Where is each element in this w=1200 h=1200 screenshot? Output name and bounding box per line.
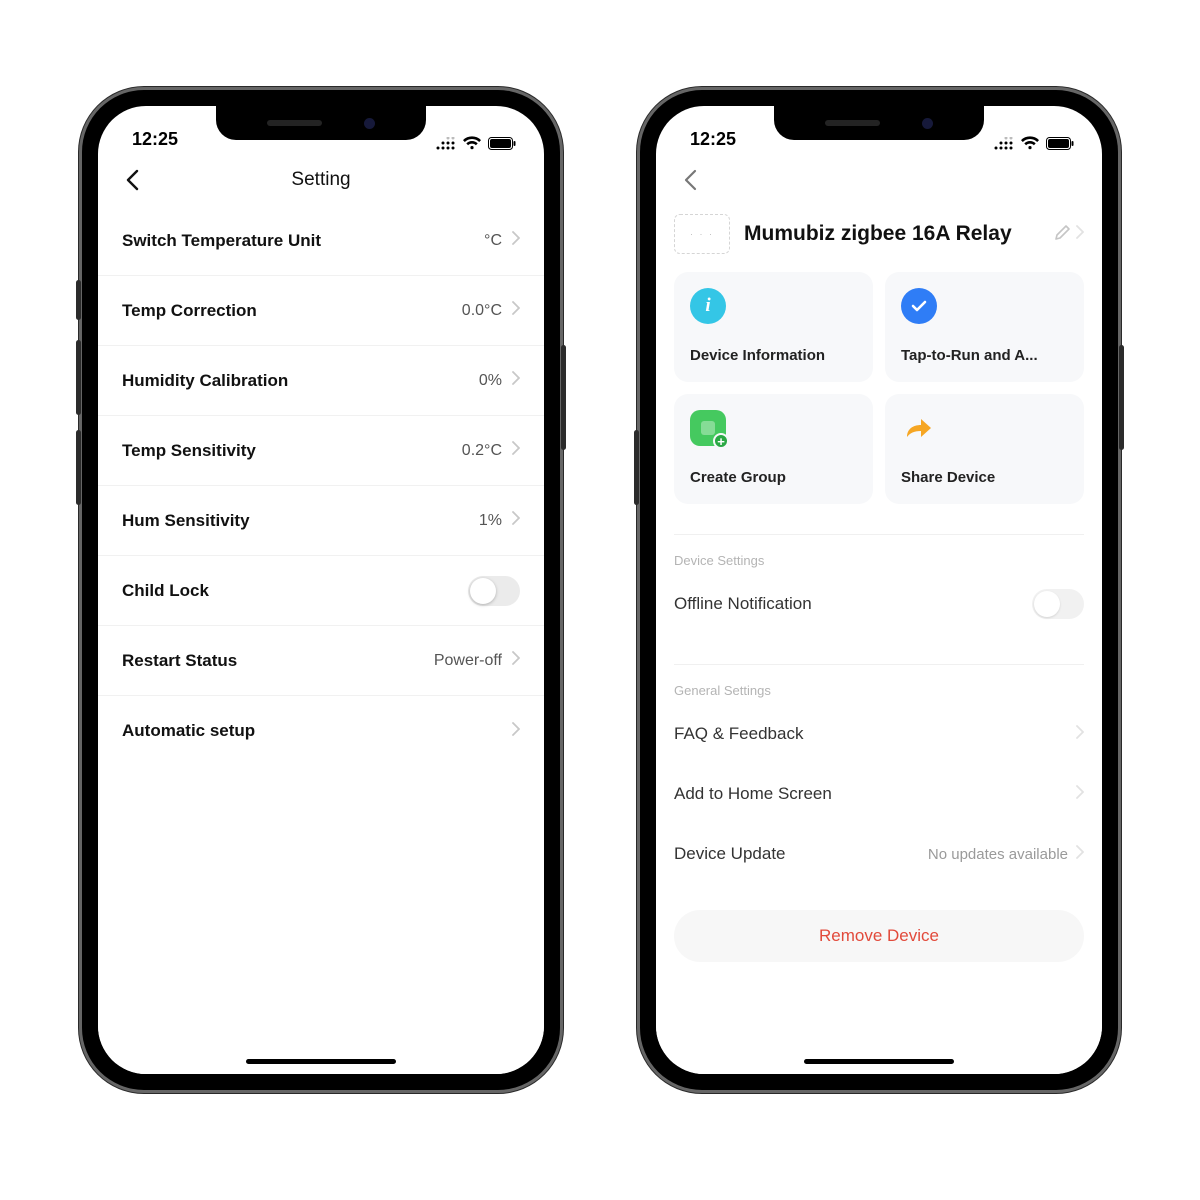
- status-time: 12:25: [690, 129, 736, 150]
- battery-icon: [1046, 137, 1074, 150]
- home-indicator[interactable]: [246, 1059, 396, 1064]
- row-add-home-screen[interactable]: Add to Home Screen: [674, 764, 1084, 824]
- row-label: FAQ & Feedback: [674, 724, 803, 744]
- cellular-icon: [994, 137, 1014, 150]
- device-name: Mumubiz zigbee 16A Relay: [744, 221, 1040, 247]
- row-faq-feedback[interactable]: FAQ & Feedback: [674, 704, 1084, 764]
- notch: [774, 106, 984, 140]
- action-tiles: i Device Information Tap-to-Run and A...…: [674, 272, 1084, 504]
- tile-label: Tap-to-Run and A...: [901, 347, 1068, 364]
- chevron-right-icon: [1076, 725, 1084, 743]
- home-indicator[interactable]: [804, 1059, 954, 1064]
- tile-label: Device Information: [690, 347, 857, 364]
- chevron-right-icon: [1076, 225, 1084, 244]
- chevron-right-icon: [1076, 785, 1084, 803]
- chevron-right-icon: [512, 371, 520, 390]
- chevron-right-icon: [512, 231, 520, 250]
- row-automatic-setup[interactable]: Automatic setup: [98, 696, 544, 766]
- row-label: Temp Sensitivity: [122, 441, 256, 461]
- settings-list: Switch Temperature Unit °C Temp Correcti…: [98, 206, 544, 1074]
- wifi-icon: [462, 136, 482, 150]
- tile-create-group[interactable]: + Create Group: [674, 394, 873, 504]
- share-icon: [901, 410, 937, 446]
- tile-label: Create Group: [690, 469, 857, 486]
- tile-share-device[interactable]: Share Device: [885, 394, 1084, 504]
- row-label: Hum Sensitivity: [122, 511, 250, 531]
- page-title: Setting: [98, 169, 544, 191]
- row-offline-notification: Offline Notification: [674, 574, 1084, 634]
- row-value: No updates available: [928, 846, 1068, 863]
- row-value: 0%: [479, 372, 502, 390]
- row-device-update[interactable]: Device Update No updates available: [674, 824, 1084, 884]
- row-value: 0.0°C: [462, 302, 502, 320]
- row-label: Offline Notification: [674, 594, 812, 614]
- back-button[interactable]: [676, 166, 704, 194]
- row-temp-sensitivity[interactable]: Temp Sensitivity 0.2°C: [98, 416, 544, 486]
- row-label: Humidity Calibration: [122, 371, 288, 391]
- chevron-right-icon: [512, 441, 520, 460]
- row-temp-correction[interactable]: Temp Correction 0.0°C: [98, 276, 544, 346]
- device-settings-section: Device Settings Offline Notification: [674, 534, 1084, 634]
- notch: [216, 106, 426, 140]
- row-label: Automatic setup: [122, 721, 255, 741]
- device-header: · · · Mumubiz zigbee 16A Relay: [674, 206, 1084, 272]
- row-label: Child Lock: [122, 581, 209, 601]
- tile-label: Share Device: [901, 469, 1068, 486]
- general-settings-section: General Settings FAQ & Feedback Add to H…: [674, 664, 1084, 884]
- section-header: General Settings: [674, 683, 1084, 698]
- chevron-right-icon: [512, 722, 520, 741]
- child-lock-toggle[interactable]: [468, 576, 520, 606]
- row-value: Power-off: [434, 652, 502, 670]
- cellular-icon: [436, 137, 456, 150]
- row-label: Add to Home Screen: [674, 784, 832, 804]
- device-thumbnail: · · ·: [674, 214, 730, 254]
- row-value: 0.2°C: [462, 442, 502, 460]
- remove-device-button[interactable]: Remove Device: [674, 910, 1084, 962]
- chevron-right-icon: [1076, 845, 1084, 863]
- wifi-icon: [1020, 136, 1040, 150]
- chevron-right-icon: [512, 511, 520, 530]
- row-hum-sensitivity[interactable]: Hum Sensitivity 1%: [98, 486, 544, 556]
- row-humidity-calibration[interactable]: Humidity Calibration 0%: [98, 346, 544, 416]
- tile-tap-to-run[interactable]: Tap-to-Run and A...: [885, 272, 1084, 382]
- group-icon: +: [690, 410, 726, 446]
- row-label: Restart Status: [122, 651, 237, 671]
- battery-icon: [488, 137, 516, 150]
- row-label: Temp Correction: [122, 301, 257, 321]
- nav-bar: Setting: [98, 154, 544, 206]
- nav-bar: [656, 154, 1102, 206]
- chevron-right-icon: [512, 301, 520, 320]
- row-switch-temp-unit[interactable]: Switch Temperature Unit °C: [98, 206, 544, 276]
- row-restart-status[interactable]: Restart Status Power-off: [98, 626, 544, 696]
- row-value: °C: [484, 232, 502, 250]
- row-label: Switch Temperature Unit: [122, 231, 321, 251]
- row-label: Device Update: [674, 844, 786, 864]
- check-badge-icon: [901, 288, 937, 324]
- tile-device-information[interactable]: i Device Information: [674, 272, 873, 382]
- status-time: 12:25: [132, 129, 178, 150]
- phone-frame-right: 12:25 · · · Mumubiz zigbee 16A: [640, 90, 1118, 1090]
- back-button[interactable]: [118, 166, 146, 194]
- chevron-right-icon: [512, 651, 520, 670]
- edit-icon[interactable]: [1054, 223, 1072, 246]
- info-icon: i: [690, 288, 726, 324]
- row-child-lock: Child Lock: [98, 556, 544, 626]
- section-header: Device Settings: [674, 553, 1084, 568]
- offline-notification-toggle[interactable]: [1032, 589, 1084, 619]
- phone-frame-left: 12:25 Setting Switch Temperature: [82, 90, 560, 1090]
- row-value: 1%: [479, 512, 502, 530]
